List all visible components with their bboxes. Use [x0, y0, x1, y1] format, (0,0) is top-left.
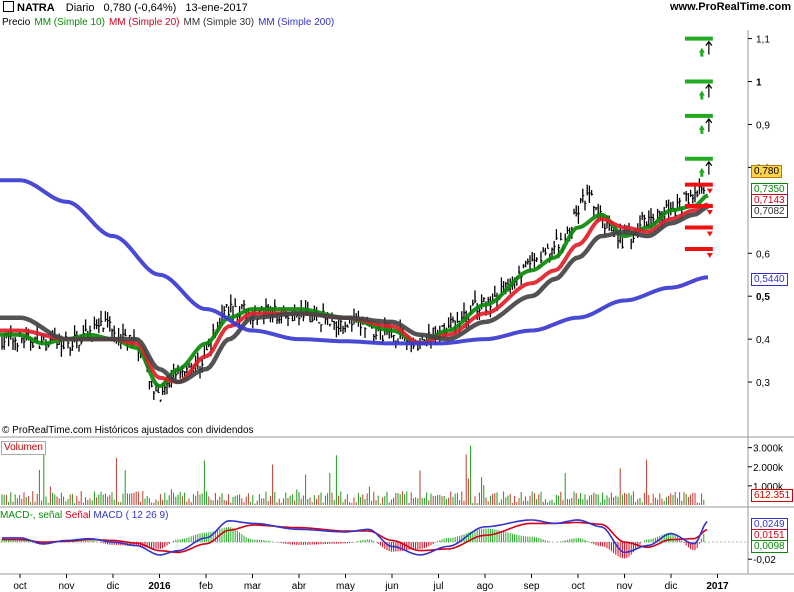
macd-legend-main: MACD-, señal: [0, 510, 63, 521]
legend-mm10: MM (Simple 10): [34, 17, 105, 28]
volume-y-tick-label: 3.000k: [753, 444, 784, 455]
x-tick-label: dic: [107, 581, 120, 592]
green-arrow-icon: [698, 124, 705, 134]
price-y-tick-label: 1: [756, 78, 762, 89]
x-tick-label: jun: [384, 581, 398, 592]
price-y-tick-label: 1,1: [756, 35, 770, 46]
price-y-tick-label: 0,5: [756, 292, 770, 303]
x-tick-label: dic: [665, 581, 678, 592]
arrow-up-icon: [705, 40, 713, 55]
red-arrow-icon: [706, 231, 713, 237]
volume-tag: 612.351: [751, 489, 794, 502]
legend-mm20: MM (Simple 20): [108, 17, 180, 28]
x-tick-label: nov: [616, 581, 632, 592]
legend-mm30: MM (Simple 30): [183, 17, 255, 28]
red-arrow-icon: [706, 210, 713, 216]
x-tick-label: 2016: [148, 581, 171, 592]
price-tag: 0,780: [751, 165, 783, 178]
macd-line: [2, 519, 708, 556]
x-tick-label: oct: [571, 581, 585, 592]
price-y-tick-label: 0,9: [756, 120, 770, 131]
green-arrow-icon: [698, 167, 705, 177]
price-bars: [1, 178, 706, 402]
volume-label: Volumen: [1, 441, 46, 455]
credit-text: © ProRealTime.com Históricos ajustados c…: [2, 425, 254, 436]
arrow-up-icon: [705, 83, 713, 98]
ticker: NATRA: [17, 2, 55, 14]
x-tick-label: 2017: [706, 581, 729, 592]
hist-tag: 0,0098: [751, 540, 788, 553]
x-tick-label: mar: [244, 581, 262, 592]
x-tick-label: sep: [523, 581, 540, 592]
x-tick-label: nov: [58, 581, 74, 592]
arrow-up-icon: [705, 117, 713, 132]
legend-price: Precio: [2, 17, 31, 28]
macd-legend-macd: MACD ( 12 26 9): [93, 510, 169, 521]
arrow-up-icon: [705, 160, 713, 175]
ticker-icon: [3, 1, 14, 12]
price-y-tick-label: 0,6: [756, 249, 770, 260]
red-arrow-icon: [706, 188, 713, 194]
red-arrow-icon: [706, 252, 713, 258]
mm200-tag: 0,5440: [751, 273, 788, 286]
macd-y-tick-label: -0,02: [753, 555, 776, 566]
legend-mm200: MM (Simple 200): [258, 17, 335, 28]
green-arrow-icon: [698, 47, 705, 57]
x-tick-label: oct: [13, 581, 27, 592]
chart-axes: 1,110,90,80,60,50,40,33.000k2.000k1.000k…: [0, 30, 794, 592]
x-tick-label: ago: [477, 581, 494, 592]
x-tick-label: feb: [199, 581, 213, 592]
header-info: NATRA Diario 0,780 (-0,64%) 13-ene-2017: [3, 1, 248, 14]
x-tick-label: jul: [432, 581, 443, 592]
date: 13-ene-2017: [185, 2, 248, 14]
ma-line-1: [0, 193, 709, 389]
quote: 0,780 (-0,64%): [103, 2, 177, 14]
target-levels: [684, 36, 713, 258]
price-y-tick-label: 0,3: [756, 378, 770, 389]
price-legend: Precio MM (Simple 10) MM (Simple 20) MM (Si…: [0, 17, 336, 29]
macd-legend-signal: Señal: [65, 510, 91, 521]
stock-chart: 1,110,90,80,60,50,40,33.000k2.000k1.000k…: [0, 30, 794, 592]
green-arrow-icon: [698, 90, 705, 100]
site-url[interactable]: www.ProRealTime.com: [670, 1, 791, 13]
x-tick-label: abr: [292, 581, 307, 592]
price-y-tick-label: 0,4: [756, 335, 770, 346]
volume-bars: [1, 445, 705, 505]
macd-legend: MACD-, señal Señal MACD ( 12 26 9): [0, 510, 168, 522]
volume-y-tick-label: 2.000k: [753, 463, 784, 474]
mm30-tag: 0,7082: [751, 205, 788, 218]
period: Diario: [65, 2, 95, 14]
ma-line-2: [0, 202, 709, 384]
x-tick-label: may: [336, 581, 355, 592]
